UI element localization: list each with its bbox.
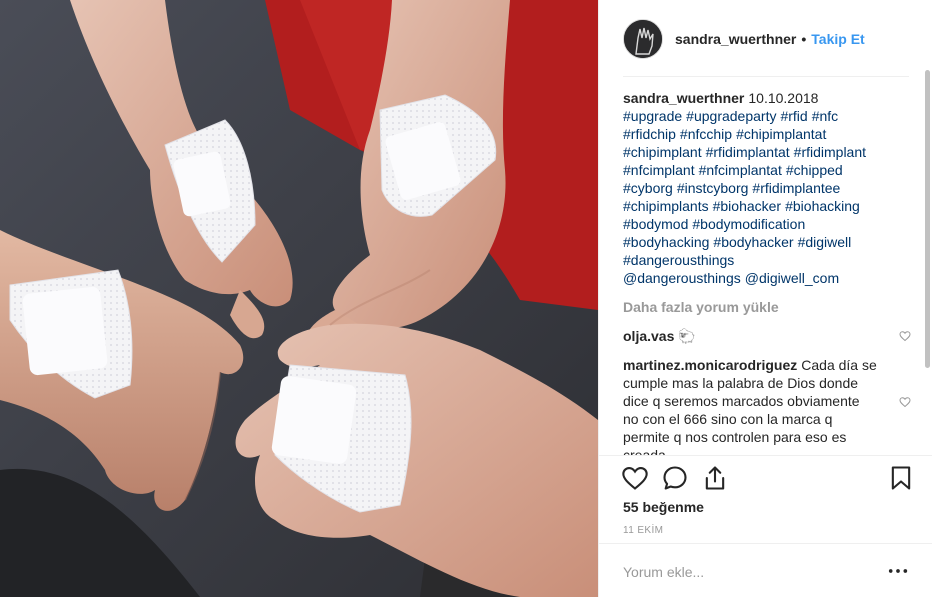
hashtag-link[interactable]: #nfcimplantat [699,162,782,178]
add-comment-bar [599,543,932,597]
instagram-post: sandra_wuerthner • Takip Et sandra_wuert… [0,0,932,597]
avatar[interactable] [623,18,663,59]
comment-icon[interactable] [661,464,689,492]
more-options-icon[interactable] [887,562,909,580]
hashtag-link[interactable]: #digiwell [798,234,852,250]
hashtag-link[interactable]: #rfid [780,108,807,124]
post-date[interactable]: 11 EKİM [623,525,663,536]
comment-like-heart-icon[interactable] [899,330,911,342]
comment-username[interactable]: martinez.monicarodriguez [623,357,797,373]
avatar-hand-icon [624,19,662,58]
hashtag-link[interactable]: #chipimplants [623,198,709,214]
hashtag-link[interactable]: #chipimplantat [736,126,826,142]
comments-scrollbar[interactable] [925,70,930,368]
caption-date: 10.10.2018 [748,90,819,106]
caption: sandra_wuerthner 10.10.2018 #upgrade #upgr… [623,89,913,287]
hashtag-link[interactable]: #rfidimplantee [752,180,840,196]
hashtag-link[interactable]: #biohacker [713,198,782,214]
header-separator: • [801,30,807,47]
hashtag-link[interactable]: #nfcimplant [623,162,695,178]
action-bar [599,455,932,502]
header-username[interactable]: sandra_wuerthner [675,31,796,47]
hashtag-link[interactable]: #chipped [786,162,843,178]
post-header: sandra_wuerthner • Takip Et [599,0,932,77]
hashtag-link[interactable]: #nfcchip [680,126,732,142]
comment-row: olja.vas 🐑 [623,327,913,345]
caption-hashtags: #upgrade #upgradeparty #rfid #nfc #rfidchip… [623,107,913,287]
hashtag-link[interactable]: #dangerousthings [623,252,734,268]
caption-username[interactable]: sandra_wuerthner [623,90,744,106]
comment-text: 🐑 [678,328,696,344]
post-side-panel: sandra_wuerthner • Takip Et sandra_wuert… [598,0,932,597]
load-more-comments-button[interactable]: Daha fazla yorum yükle [623,298,913,316]
share-icon[interactable] [701,464,729,492]
comment-row: martinez.monicarodriguez Cada día se cump… [623,356,913,456]
comment-like-heart-icon[interactable] [899,396,911,408]
hashtag-link[interactable]: #bodymodification [692,216,805,232]
hashtag-link[interactable]: #upgradeparty [686,108,776,124]
post-photo[interactable] [0,0,598,597]
hashtag-link[interactable]: #rfidchip [623,126,676,142]
mention-link[interactable]: @dangerousthings [623,270,741,286]
photo-of-bandaged-hands [0,0,598,597]
hashtag-link[interactable]: #bodyhacker [713,234,793,250]
add-comment-input[interactable] [623,561,873,583]
follow-button[interactable]: Takip Et [811,31,864,47]
comment-username[interactable]: olja.vas [623,328,674,344]
hashtag-link[interactable]: #bodyhacking [623,234,709,250]
hashtag-link[interactable]: #upgrade [623,108,682,124]
hashtag-link[interactable]: #biohacking [785,198,860,214]
hashtag-link[interactable]: #chipimplant [623,144,702,160]
hashtag-link[interactable]: #nfc [812,108,838,124]
hashtag-link[interactable]: #rfidimplantat [706,144,790,160]
bookmark-icon[interactable] [887,464,915,492]
likes-count[interactable]: 55 beğenme [623,499,704,515]
hashtag-link[interactable]: #rfidimplant [794,144,866,160]
hashtag-link[interactable]: #bodymod [623,216,688,232]
hashtag-link[interactable]: #cyborg [623,180,673,196]
hashtag-link[interactable]: #instcyborg [677,180,749,196]
mention-link[interactable]: @digiwell_com [745,270,839,286]
heart-icon[interactable] [621,464,649,492]
comments-list[interactable]: sandra_wuerthner 10.10.2018 #upgrade #upgr… [623,89,913,456]
